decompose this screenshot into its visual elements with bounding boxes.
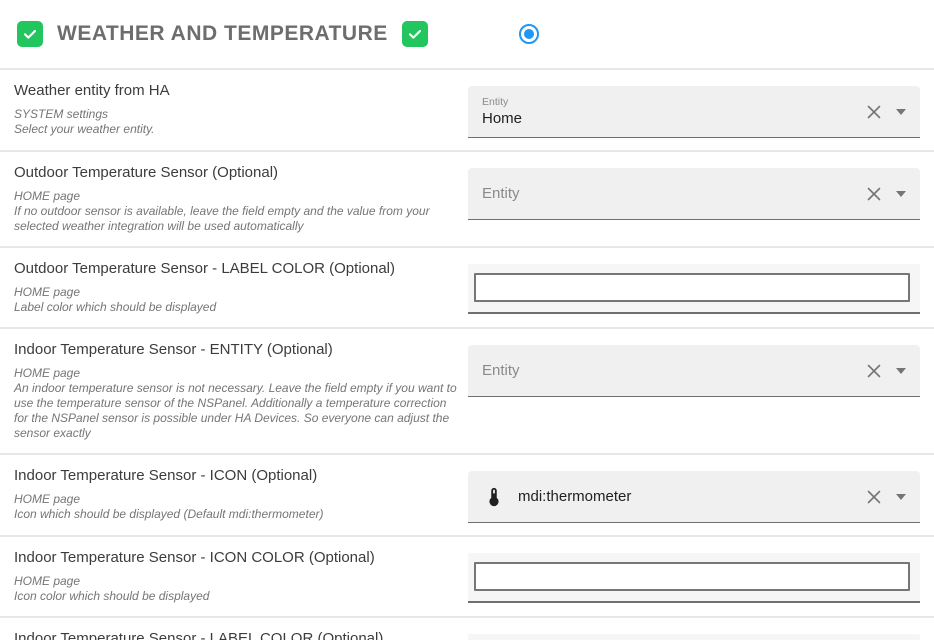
color-text-input[interactable]: [474, 562, 910, 591]
chevron-down-icon[interactable]: [896, 494, 906, 500]
entity-select-field[interactable]: Entity: [468, 168, 920, 220]
setting-label: Indoor Temperature Sensor - ICON (Option…: [14, 467, 468, 485]
setting-description: Label color which should be displayed: [14, 300, 462, 315]
settings-row: Indoor Temperature Sensor - ICON (Option…: [0, 455, 934, 537]
setting-control: [468, 264, 920, 315]
settings-row: Indoor Temperature Sensor - ENTITY (Opti…: [0, 329, 934, 455]
setting-control: [468, 553, 920, 604]
color-text-input[interactable]: [474, 273, 910, 302]
setting-description: Icon which should be displayed (Default …: [14, 507, 462, 522]
setting-text: Outdoor Temperature Sensor (Optional) HO…: [14, 164, 468, 234]
select-text: Entity: [482, 185, 864, 202]
clear-x-icon[interactable]: [864, 361, 884, 381]
chevron-down-icon[interactable]: [896, 109, 906, 115]
setting-control: EntityHome: [468, 86, 920, 138]
setting-description: Icon color which should be displayed: [14, 589, 462, 604]
setting-text: Indoor Temperature Sensor - ICON COLOR (…: [14, 549, 468, 604]
setting-description: If no outdoor sensor is available, leave…: [14, 204, 462, 234]
radio-selected-icon[interactable]: [519, 24, 539, 44]
setting-control: mdi:thermometer: [468, 471, 920, 523]
setting-group: HOME page: [14, 492, 468, 507]
clear-x-icon[interactable]: [864, 102, 884, 122]
setting-label: Outdoor Temperature Sensor - LABEL COLOR…: [14, 260, 468, 278]
setting-control: Entity: [468, 345, 920, 441]
setting-label: Outdoor Temperature Sensor (Optional): [14, 164, 468, 182]
radio-dot: [524, 29, 534, 39]
select-text: mdi:thermometer: [518, 487, 864, 506]
entity-select-field[interactable]: EntityHome: [468, 86, 920, 138]
select-field-label: Entity: [482, 96, 864, 109]
settings-rows: Weather entity from HA SYSTEM settings S…: [0, 70, 934, 640]
setting-text: Indoor Temperature Sensor - ENTITY (Opti…: [14, 341, 468, 441]
setting-group: HOME page: [14, 574, 468, 589]
chevron-down-icon[interactable]: [896, 368, 906, 374]
setting-description: An indoor temperature sensor is not nece…: [14, 381, 462, 441]
settings-row: Outdoor Temperature Sensor - LABEL COLOR…: [0, 248, 934, 329]
chevron-down-icon[interactable]: [896, 191, 906, 197]
settings-row: Outdoor Temperature Sensor (Optional) HO…: [0, 152, 934, 248]
setting-text: Weather entity from HA SYSTEM settings S…: [14, 82, 468, 138]
color-input-panel: [468, 634, 920, 640]
settings-row: Indoor Temperature Sensor - LABEL COLOR …: [0, 618, 934, 640]
setting-label: Indoor Temperature Sensor - ENTITY (Opti…: [14, 341, 468, 359]
color-input-panel: [468, 553, 920, 603]
select-placeholder: Entity: [482, 362, 864, 379]
select-placeholder: Entity: [482, 185, 864, 202]
clear-x-icon[interactable]: [864, 184, 884, 204]
select-text: Entity: [482, 362, 864, 379]
select-value: Home: [482, 109, 864, 128]
setting-text: Indoor Temperature Sensor - LABEL COLOR …: [14, 630, 468, 640]
checkbox-checked-icon[interactable]: [17, 21, 43, 47]
setting-group: HOME page: [14, 366, 468, 381]
thermometer-icon: [482, 485, 506, 509]
color-input-panel: [468, 264, 920, 314]
setting-group: SYSTEM settings: [14, 107, 468, 122]
settings-row: Indoor Temperature Sensor - ICON COLOR (…: [0, 537, 934, 618]
entity-select-field[interactable]: Entity: [468, 345, 920, 397]
settings-row: Weather entity from HA SYSTEM settings S…: [0, 70, 934, 152]
setting-control: [468, 634, 920, 640]
section-header: WEATHER AND TEMPERATURE: [0, 0, 934, 70]
setting-label: Indoor Temperature Sensor - LABEL COLOR …: [14, 630, 468, 640]
section-title: WEATHER AND TEMPERATURE: [57, 22, 388, 46]
setting-description: Select your weather entity.: [14, 122, 462, 137]
setting-control: Entity: [468, 168, 920, 234]
settings-page: WEATHER AND TEMPERATURE Weather entity f…: [0, 0, 934, 640]
setting-label: Indoor Temperature Sensor - ICON COLOR (…: [14, 549, 468, 567]
setting-group: HOME page: [14, 285, 468, 300]
select-value: mdi:thermometer: [518, 487, 864, 506]
setting-text: Outdoor Temperature Sensor - LABEL COLOR…: [14, 260, 468, 315]
select-text: EntityHome: [482, 96, 864, 128]
setting-label: Weather entity from HA: [14, 82, 468, 100]
setting-group: HOME page: [14, 189, 468, 204]
setting-text: Indoor Temperature Sensor - ICON (Option…: [14, 467, 468, 523]
icon-select-field[interactable]: mdi:thermometer: [468, 471, 920, 523]
clear-x-icon[interactable]: [864, 487, 884, 507]
checkbox-checked-icon[interactable]: [402, 21, 428, 47]
